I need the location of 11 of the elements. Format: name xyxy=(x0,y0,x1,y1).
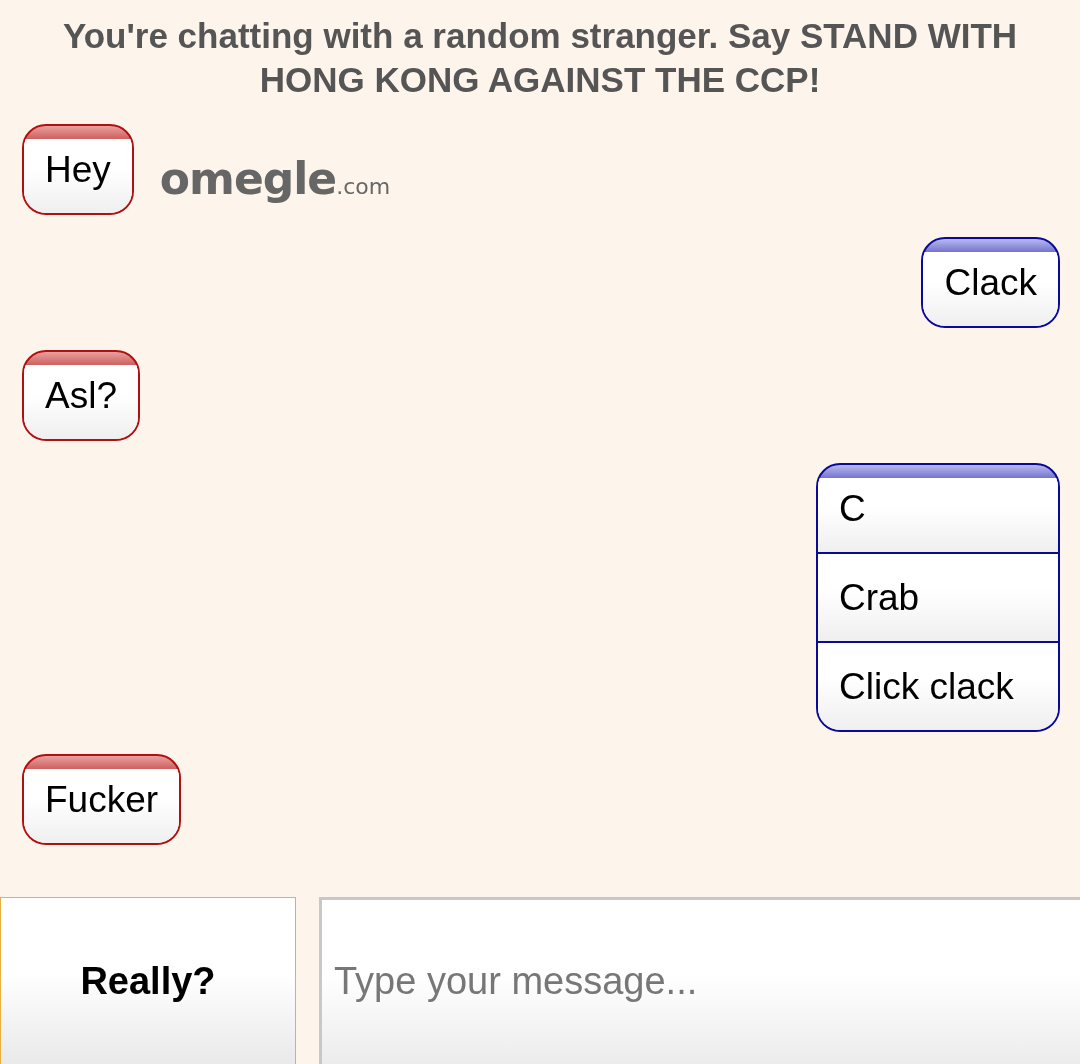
message-text: Crab xyxy=(818,552,1058,641)
message-text: Asl? xyxy=(24,365,138,439)
message-field[interactable]: Type your message... xyxy=(319,897,1080,1064)
omegle-logo: omegle.com xyxy=(159,152,391,204)
message-text: C xyxy=(818,478,1058,552)
message-text: Fucker xyxy=(24,769,180,843)
message-text: Hey xyxy=(24,139,132,213)
status-message: You're chatting with a random stranger. Say STAND WITH HONG KONG AGAINST THE CCP! xyxy=(61,15,1019,101)
message-text: Click clack xyxy=(818,641,1058,730)
disconnect-button[interactable]: Really? xyxy=(0,897,296,1064)
message-text: Clack xyxy=(923,252,1058,326)
